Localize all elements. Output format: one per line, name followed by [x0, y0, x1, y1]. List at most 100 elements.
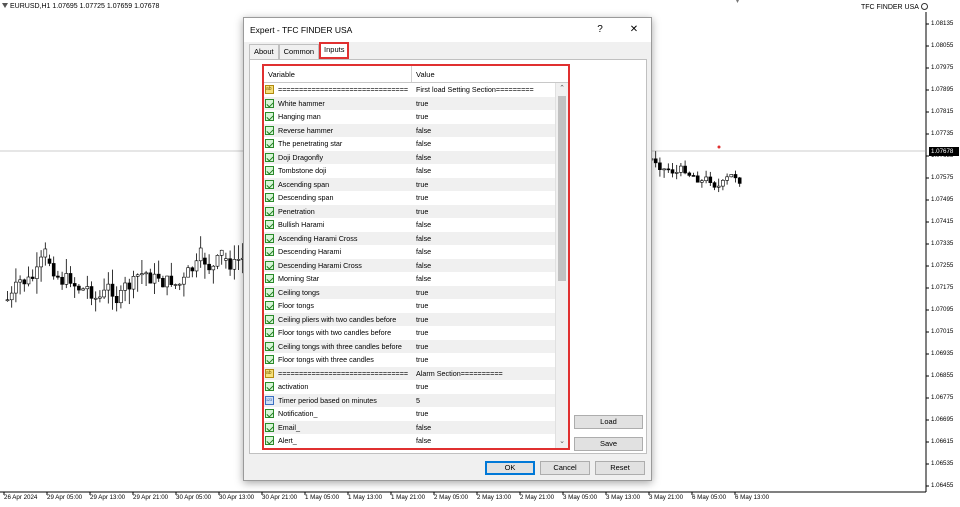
variable-name: Bullish Harami	[278, 220, 325, 229]
grid-row[interactable]: Floor tongs with three candles true	[264, 353, 555, 367]
grid-row[interactable]: activation true	[264, 380, 555, 394]
value-cell[interactable]: true	[412, 110, 555, 124]
value-cell[interactable]: false	[412, 218, 555, 232]
grid-row[interactable]: ===============================Alarm Sec…	[264, 366, 555, 381]
value-cell[interactable]: First load Setting Section=========	[412, 83, 555, 97]
tab-common[interactable]: Common	[278, 44, 320, 59]
variable-cell: Floor tongs with two candles before	[264, 326, 412, 340]
value-cell[interactable]: true	[412, 340, 555, 354]
value-cell[interactable]: true	[412, 407, 555, 421]
time-tick-label: 3 May 05:00	[563, 494, 598, 501]
grid-row[interactable]: Penetration true	[264, 204, 555, 219]
value-cell[interactable]: true	[412, 326, 555, 340]
grid-row[interactable]: Timer period based on minutes 5	[264, 393, 555, 408]
value-cell[interactable]: Alarm Section==========	[412, 367, 555, 381]
price-tick-label: 1.06935	[931, 350, 954, 357]
grid-row[interactable]: Ceiling tongs with three candles before t…	[264, 339, 555, 354]
candle-body	[93, 297, 98, 300]
cancel-button[interactable]: Cancel	[540, 461, 590, 475]
dialog-title-bar[interactable]: Expert - TFC FINDER USA ? ✕	[244, 18, 651, 42]
grid-row[interactable]: Descending span true	[264, 191, 555, 205]
value-cell[interactable]: false	[412, 259, 555, 273]
grid-row[interactable]: ===============================First loa…	[264, 83, 555, 97]
grid-row[interactable]: The penetrating star false	[264, 137, 555, 151]
scroll-down-icon[interactable]: ⌄	[556, 436, 568, 448]
grid-row[interactable]: Reverse hammer false	[264, 123, 555, 138]
value-cell[interactable]: false	[412, 421, 555, 435]
variable-name: Timer period based on minutes	[278, 395, 377, 405]
grid-row[interactable]: Alert_ false	[264, 434, 555, 448]
grid-row[interactable]: Doji Dragonfly false	[264, 150, 555, 165]
grid-row[interactable]: Ascending span true	[264, 177, 555, 192]
candle-body	[102, 289, 106, 298]
value-cell[interactable]: false	[412, 232, 555, 246]
string-param-icon	[265, 368, 274, 378]
candle-body	[148, 272, 153, 284]
ok-button[interactable]: OK	[485, 461, 535, 475]
value-cell[interactable]: false	[412, 434, 555, 448]
grid-scrollbar[interactable]: ⌃ ⌄	[555, 83, 568, 448]
grid-row[interactable]: Ceiling pliers with two candles before tr…	[264, 312, 555, 327]
value-cell[interactable]: 5	[412, 394, 555, 408]
value-cell[interactable]: true	[412, 448, 555, 449]
grid-row[interactable]: Descending Harami Cross false	[264, 258, 555, 273]
value-cell[interactable]: false	[412, 124, 555, 138]
value-cell[interactable]: true	[412, 353, 555, 367]
inputs-grid[interactable]: Variable Value =========================…	[262, 64, 570, 450]
candle-body	[203, 257, 207, 265]
scroll-up-icon[interactable]: ⌃	[556, 83, 568, 95]
grid-row[interactable]: Descending Harami false	[264, 245, 555, 259]
grid-row[interactable]: Morning Star false	[264, 272, 555, 286]
bool-param-icon	[265, 301, 274, 311]
grid-row[interactable]: Notification_ true	[264, 407, 555, 421]
grid-row[interactable]: White hammer true	[264, 96, 555, 111]
variable-name: Tombstone doji	[278, 166, 327, 175]
reset-button[interactable]: Reset	[595, 461, 645, 475]
candle-body	[119, 290, 123, 304]
close-button[interactable]: ✕	[617, 18, 651, 42]
value-cell[interactable]: false	[412, 245, 555, 259]
column-header-variable[interactable]: Variable	[264, 66, 412, 82]
grid-header: Variable Value	[264, 66, 568, 83]
value-cell[interactable]: false	[412, 272, 555, 286]
grid-row[interactable]: Ascending Harami Cross false	[264, 231, 555, 246]
grid-row[interactable]: Email_ false	[264, 420, 555, 435]
load-button[interactable]: Load	[574, 415, 643, 429]
value-cell[interactable]: true	[412, 299, 555, 313]
scroll-thumb[interactable]	[558, 96, 566, 281]
value-cell[interactable]: true	[412, 205, 555, 219]
grid-row[interactable]: Tombstone doji false	[264, 164, 555, 178]
grid-row[interactable]: Bullish Harami false	[264, 218, 555, 232]
chart-dropdown-icon[interactable]: ▾	[736, 0, 744, 5]
value-cell[interactable]: true	[412, 380, 555, 394]
value-cell[interactable]: false	[412, 164, 555, 178]
price-tick-label: 1.07975	[931, 64, 954, 71]
value-cell[interactable]: false	[412, 151, 555, 165]
grid-row[interactable]: Floor tongs with two candles before true	[264, 326, 555, 340]
help-button[interactable]: ?	[583, 18, 617, 42]
variable-name: activation	[278, 382, 309, 391]
candle-body	[687, 172, 692, 176]
candle-body	[737, 177, 742, 184]
price-tick-label: 1.07175	[931, 284, 954, 291]
tab-inputs[interactable]: Inputs	[319, 42, 350, 59]
grid-row[interactable]: Floor tongs true	[264, 299, 555, 313]
value-cell[interactable]: true	[412, 191, 555, 205]
tab-about[interactable]: About	[249, 44, 279, 59]
column-header-value[interactable]: Value	[412, 66, 568, 82]
grid-row[interactable]: Hanging man true	[264, 110, 555, 124]
value-cell[interactable]: true	[412, 286, 555, 300]
value-cell[interactable]: true	[412, 313, 555, 327]
save-button[interactable]: Save	[574, 437, 643, 451]
candle-body	[39, 256, 43, 268]
candle-body	[144, 272, 148, 275]
value-cell[interactable]: true	[412, 178, 555, 192]
variable-cell: Morning Star	[264, 272, 412, 286]
grid-row[interactable]: Ceiling tongs true	[264, 285, 555, 300]
value-cell[interactable]: false	[412, 137, 555, 151]
grid-row[interactable]: Print true	[264, 447, 555, 449]
time-tick-label: 29 Apr 21:00	[133, 494, 169, 501]
variable-name: The penetrating star	[278, 139, 343, 148]
candle-body	[733, 174, 738, 179]
value-cell[interactable]: true	[412, 97, 555, 111]
